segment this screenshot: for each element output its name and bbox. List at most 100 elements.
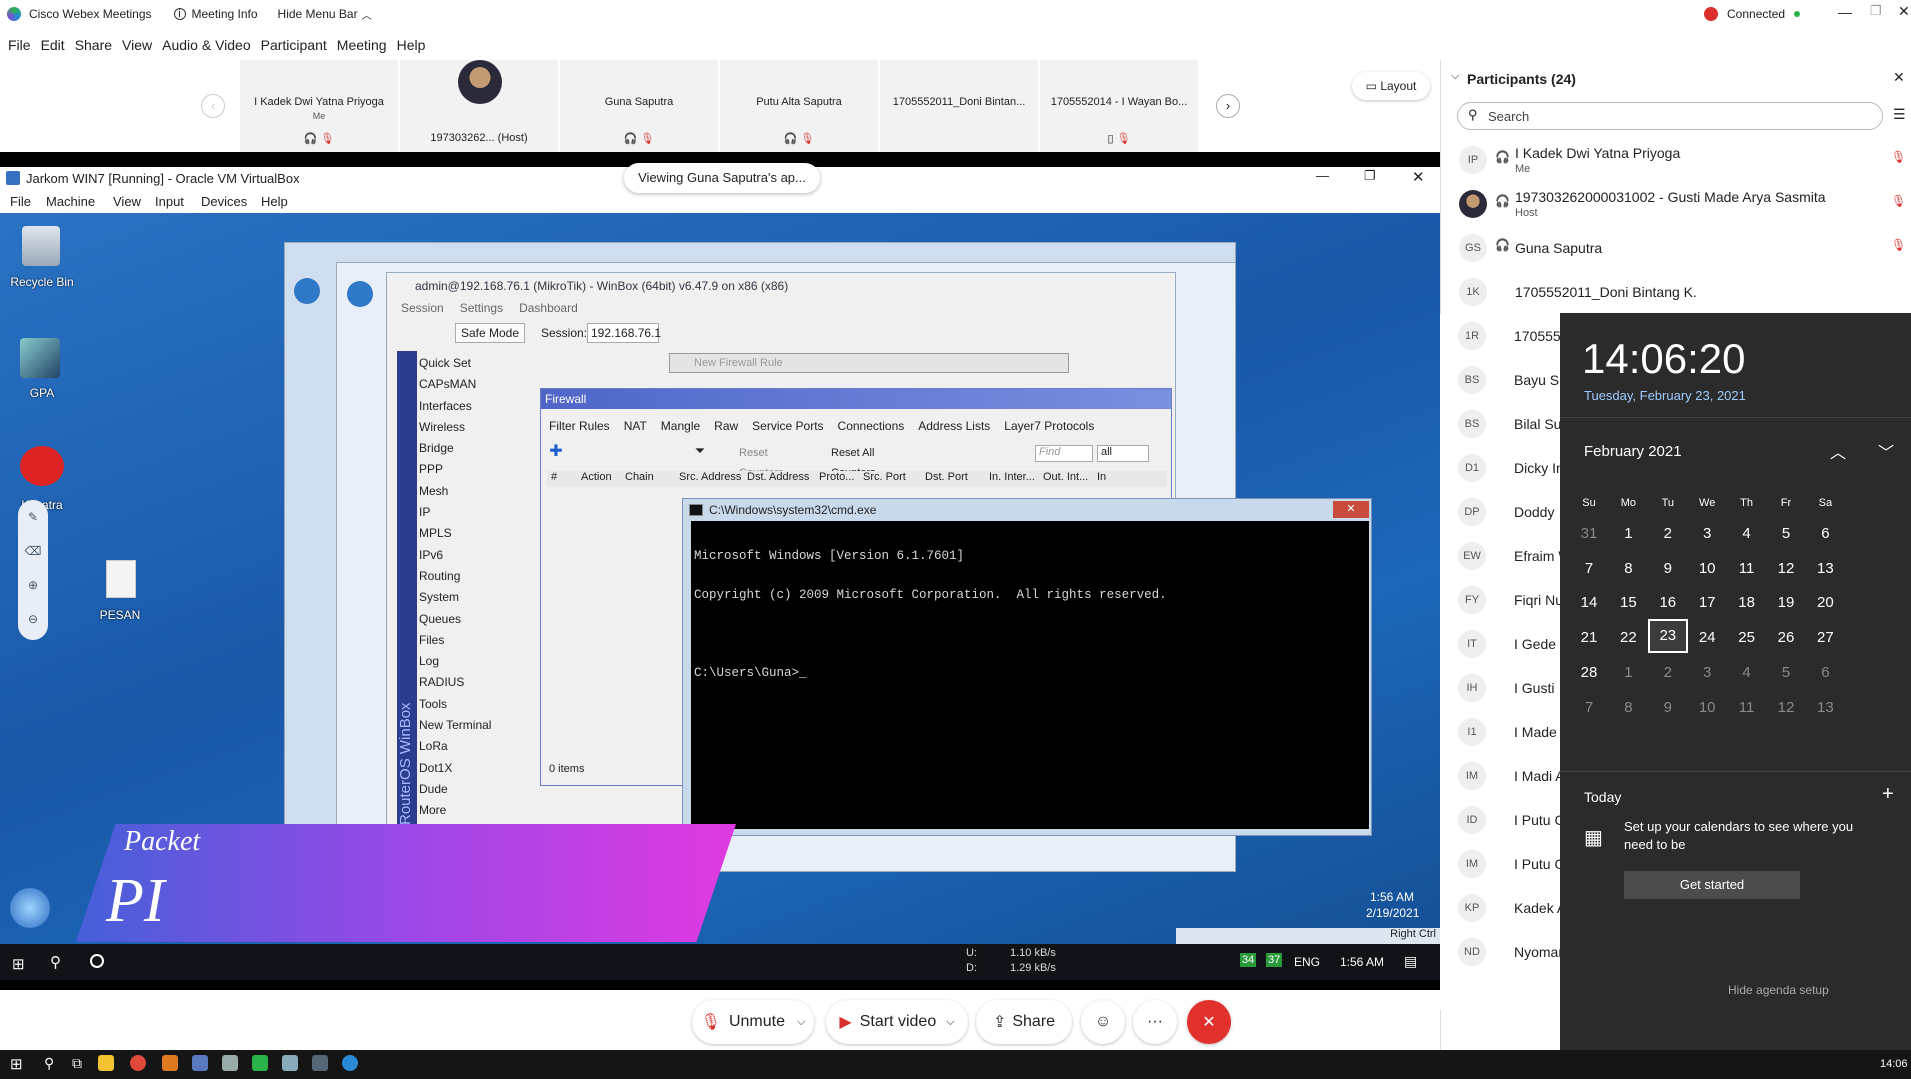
calendar-day[interactable]: 8 xyxy=(1606,689,1650,727)
gpa-icon[interactable] xyxy=(20,338,60,378)
side-item[interactable]: Quick Set xyxy=(419,353,527,374)
participant-row[interactable]: BS Bilal Sur xyxy=(1440,402,1560,446)
side-item[interactable]: New Terminal xyxy=(419,715,527,736)
task-view-icon[interactable]: ⧉ xyxy=(72,1055,82,1072)
video-tile[interactable]: 1705552014 - I Wayan Bo... ▯ 🎙 xyxy=(1040,60,1198,152)
calendar-day[interactable]: 13 xyxy=(1803,550,1847,588)
calendar-day[interactable]: 6 xyxy=(1803,515,1847,553)
hide-agenda-link[interactable]: Hide agenda setup xyxy=(1728,983,1829,997)
filter-icon[interactable]: ⏷ xyxy=(691,443,709,461)
side-item[interactable]: PPP xyxy=(419,459,527,480)
side-item[interactable]: Wireless xyxy=(419,417,527,438)
app-icon[interactable] xyxy=(222,1055,238,1071)
participant-row[interactable]: IH I Gusti xyxy=(1440,666,1560,710)
session-input[interactable]: 192.168.76.1 xyxy=(587,323,661,343)
zoom-out-icon[interactable]: ⊖ xyxy=(18,602,48,636)
menu-edit[interactable]: Edit xyxy=(41,37,65,53)
side-item[interactable]: Log xyxy=(419,651,527,672)
windows-start-icon[interactable]: ⊞ xyxy=(10,1055,23,1073)
calendar-day[interactable]: 4 xyxy=(1725,654,1769,692)
vbox-restore-icon[interactable]: ❐ xyxy=(1364,168,1376,184)
side-item[interactable]: MPLS xyxy=(419,523,527,544)
video-tile[interactable]: I Kadek Dwi Yatna Priyoga Me 🎧 🎙 xyxy=(240,60,398,152)
search-input[interactable]: Search xyxy=(1488,109,1529,124)
month-label[interactable]: February 2021 xyxy=(1584,443,1682,460)
more-options-button[interactable]: ··· xyxy=(1133,1000,1177,1044)
calendar-day[interactable]: 3 xyxy=(1685,515,1729,553)
vbox-menu-devices[interactable]: Devices xyxy=(201,194,247,209)
win7-start-orb[interactable] xyxy=(10,888,50,928)
participant-row[interactable]: EW Efraim W xyxy=(1440,534,1560,578)
winbox-menu-item[interactable]: Settings xyxy=(460,301,503,315)
back-arrow-icon[interactable] xyxy=(294,278,320,304)
side-item[interactable]: Mesh xyxy=(419,481,527,502)
webex-taskbar-icon[interactable] xyxy=(342,1055,358,1071)
calendar-day[interactable]: 19 xyxy=(1764,584,1808,622)
fw-tab[interactable]: Layer7 Protocols xyxy=(1004,419,1094,433)
participant-row[interactable]: IP 🎧 I Kadek Dwi Yatna Priyoga Me 🎙 xyxy=(1441,138,1911,182)
search-icon[interactable]: ⚲ xyxy=(44,1055,54,1072)
menu-share[interactable]: Share xyxy=(75,37,112,53)
app-icon[interactable] xyxy=(312,1055,328,1071)
windows-start-icon[interactable]: ⊞ xyxy=(12,955,25,973)
menu-audio-video[interactable]: Audio & Video xyxy=(162,37,250,53)
calendar-day[interactable]: 20 xyxy=(1803,584,1847,622)
calendar-day[interactable]: 14 xyxy=(1567,584,1611,622)
side-item[interactable]: Queues xyxy=(419,609,527,630)
close-window-button[interactable]: ✕ xyxy=(1898,3,1910,20)
strip-next-button[interactable]: › xyxy=(1216,94,1240,118)
app-icon[interactable] xyxy=(192,1055,208,1071)
calendar-day[interactable]: 12 xyxy=(1764,550,1808,588)
vbox-menu-machine[interactable]: Machine xyxy=(46,194,95,209)
participant-row[interactable]: ND Nyoman xyxy=(1440,930,1560,974)
calendar-day[interactable]: 9 xyxy=(1646,689,1690,727)
side-item[interactable]: System xyxy=(419,587,527,608)
side-item[interactable]: CAPsMAN xyxy=(419,374,527,395)
participant-row[interactable]: I1 I Made xyxy=(1440,710,1560,754)
strip-prev-button[interactable]: ‹ xyxy=(201,94,225,118)
participant-row[interactable]: 🎧 197303262000031002 - Gusti Made Arya S… xyxy=(1441,182,1911,226)
get-started-button[interactable]: Get started xyxy=(1624,871,1800,899)
calendar-day[interactable]: 11 xyxy=(1725,550,1769,588)
calendar-day[interactable]: 1 xyxy=(1606,515,1650,553)
participant-row[interactable]: IM I Madi A xyxy=(1440,754,1560,798)
vbox-minimize-icon[interactable]: — xyxy=(1316,168,1329,183)
calendar-day[interactable]: 26 xyxy=(1764,619,1808,657)
calendar-day[interactable]: 3 xyxy=(1685,654,1729,692)
vbox-close-icon[interactable]: ✕ xyxy=(1412,168,1425,186)
participant-row[interactable]: GS 🎧 Guna Saputra 🎙 xyxy=(1441,226,1911,270)
meeting-info-button[interactable]: Meeting Info xyxy=(192,7,258,21)
calendar-day[interactable]: 21 xyxy=(1567,619,1611,657)
calendar-day[interactable]: 1 xyxy=(1606,654,1650,692)
participant-row[interactable]: ID I Putu C xyxy=(1440,798,1560,842)
search-icon[interactable]: ⚲ xyxy=(50,953,61,971)
eraser-icon[interactable]: ⌫ xyxy=(18,534,48,568)
fw-tab[interactable]: Service Ports xyxy=(752,419,823,433)
side-item[interactable]: IP xyxy=(419,502,527,523)
menu-file[interactable]: File xyxy=(8,37,31,53)
next-month-icon[interactable]: ﹀ xyxy=(1878,439,1894,463)
add-event-icon[interactable]: + xyxy=(1882,783,1894,806)
reactions-button[interactable]: ☺ xyxy=(1081,1000,1125,1044)
sort-icon[interactable]: ☰ xyxy=(1893,106,1906,123)
video-tile[interactable]: 1705552011_Doni Bintan... xyxy=(880,60,1038,152)
participant-row[interactable]: 1R 170555 xyxy=(1440,314,1560,358)
restore-button[interactable]: ❐ xyxy=(1870,3,1882,19)
fw-tab[interactable]: Filter Rules xyxy=(549,419,610,433)
calendar-day[interactable]: 7 xyxy=(1567,689,1611,727)
fw-tab[interactable]: Address Lists xyxy=(918,419,990,433)
participant-search[interactable]: ⚲ Search xyxy=(1457,102,1883,130)
file-explorer-icon[interactable] xyxy=(98,1055,114,1071)
calendar-day[interactable]: 28 xyxy=(1567,654,1611,692)
winbox-menu-item[interactable]: Session xyxy=(401,301,444,315)
layout-button[interactable]: ▭ Layout xyxy=(1352,72,1430,100)
calendar-day[interactable]: 8 xyxy=(1606,550,1650,588)
calendar-day[interactable]: 5 xyxy=(1764,515,1808,553)
menu-meeting[interactable]: Meeting xyxy=(337,37,387,53)
side-item[interactable]: Dot1X xyxy=(419,758,527,779)
fw-tab[interactable]: Connections xyxy=(838,419,905,433)
participant-row[interactable]: DP Doddy xyxy=(1440,490,1560,534)
calendar-day[interactable]: 6 xyxy=(1803,654,1847,692)
notification-icon[interactable]: ▤ xyxy=(1404,953,1417,970)
leave-meeting-button[interactable]: ✕ xyxy=(1187,1000,1231,1044)
